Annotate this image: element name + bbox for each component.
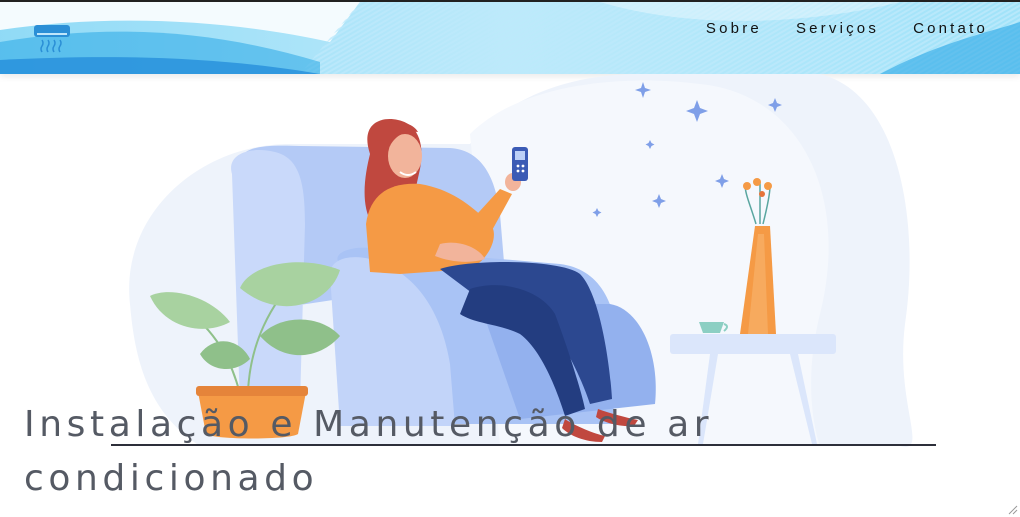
site-header: Sobre Serviços Contato [0, 2, 1020, 74]
title-underline [111, 444, 936, 446]
main-nav: Sobre Serviços Contato [706, 20, 988, 37]
nav-link-contato[interactable]: Contato [913, 20, 988, 37]
resize-handle-icon[interactable] [1008, 505, 1018, 515]
air-conditioner-icon[interactable] [33, 24, 71, 54]
header-wave-background [0, 2, 1020, 74]
hero-title: Instalação e Manutenção de ar condiciona… [24, 404, 714, 499]
nav-link-sobre[interactable]: Sobre [706, 20, 762, 37]
nav-link-servicos[interactable]: Serviços [796, 20, 879, 37]
